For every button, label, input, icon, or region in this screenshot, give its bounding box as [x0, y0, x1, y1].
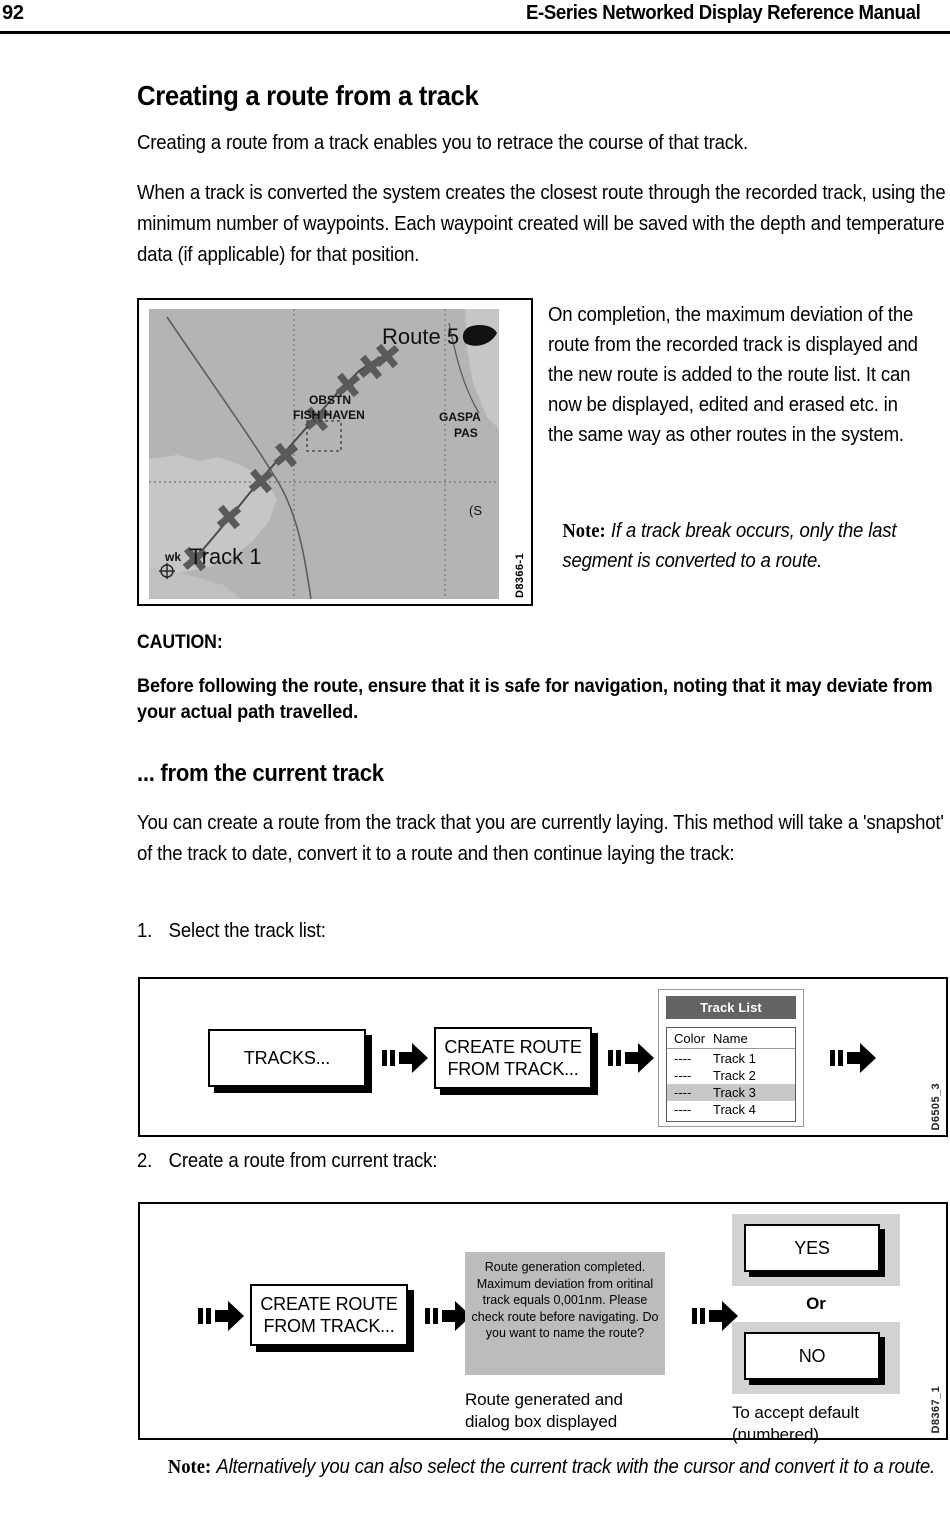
no-key-panel: NO	[732, 1322, 900, 1394]
softkey-create-route2-line1: CREATE ROUTE	[260, 1294, 398, 1314]
yes-button-label: YES	[794, 1238, 830, 1258]
step-2: 2. Create a route from current track:	[137, 1150, 437, 1173]
page-title: Creating a route from a track	[137, 80, 479, 111]
figure-id-flow-1: D6505_3	[930, 1082, 942, 1130]
row-color-swatch: ----	[674, 1102, 692, 1117]
bottom-note-label: Note:	[167, 1456, 212, 1478]
page-header: 92 E-Series Networked Display Reference …	[0, 0, 950, 36]
track-list-title: Track List	[666, 996, 796, 1019]
dialog-caption: Route generated and dialog box displayed	[465, 1389, 675, 1433]
subsection-paragraph: You can create a route from the track th…	[137, 812, 944, 865]
chart-label-s: (S	[469, 503, 482, 518]
flow-arrow-2	[608, 1043, 654, 1073]
softkey-create-route2-line2: FROM TRACK...	[263, 1316, 395, 1336]
manual-title: E-Series Networked Display Reference Man…	[525, 2, 921, 24]
yes-key-panel: YES	[732, 1214, 900, 1286]
page-number: 92	[2, 2, 24, 24]
header-divider	[0, 31, 950, 34]
subsection-heading: ... from the current track	[137, 760, 384, 787]
side-note: Note: If a track break occurs, only the …	[562, 516, 943, 576]
step-1-number: 1.	[137, 920, 153, 942]
no-button[interactable]: NO	[744, 1332, 880, 1380]
caution-label: CAUTION:	[137, 632, 223, 653]
route-generation-dialog[interactable]: Route generation completed. Maximum devi…	[465, 1252, 665, 1375]
bottom-note-text: Alternatively you can also select the cu…	[216, 1456, 935, 1478]
row-color-swatch: ----	[674, 1051, 692, 1066]
or-label: Or	[806, 1294, 826, 1313]
side-paragraph: On completion, the maximum deviation of …	[548, 304, 918, 446]
softkey-create-route-from-track-2[interactable]: CREATE ROUTE FROM TRACK...	[250, 1284, 408, 1346]
softkey-tracks[interactable]: TRACKS...	[208, 1029, 366, 1087]
step-2-number: 2.	[137, 1150, 153, 1172]
chart-canvas: Route 5 OBSTN FISH HAVEN GASPA PAS (S Tr…	[149, 309, 499, 599]
column-header-color: Color	[674, 1031, 706, 1046]
dialog-caption-line1: Route generated and	[465, 1390, 623, 1409]
flow2-arrow-1	[198, 1301, 244, 1331]
dialog-caption-line2: dialog box displayed	[465, 1412, 618, 1431]
chart-label-pas: PAS	[454, 426, 478, 440]
section-intro: Creating a route from a track enables yo…	[137, 132, 748, 154]
softkey-create-route-line1: CREATE ROUTE	[444, 1037, 582, 1057]
no-button-label: NO	[798, 1346, 826, 1366]
bottom-note: Note: Alternatively you can also select …	[168, 1452, 950, 1482]
chart-figure: Route 5 OBSTN FISH HAVEN GASPA PAS (S Tr…	[137, 298, 533, 606]
row-track-name: Track 3	[713, 1085, 756, 1100]
softkey-tracks-label: TRACKS...	[243, 1048, 331, 1068]
row-color-swatch: ----	[674, 1068, 692, 1083]
track-list-table: Color Name ---- Track 1 ---- Track 2 ---…	[666, 1027, 796, 1122]
step-1: 1. Select the track list:	[137, 920, 326, 943]
column-header-name: Name	[713, 1031, 748, 1046]
chart-label-fishhaven: FISH HAVEN	[293, 408, 365, 422]
step-2-text: Create a route from current track:	[168, 1150, 438, 1172]
flow-arrow-1	[382, 1043, 428, 1073]
accept-caption-line1: To accept default	[732, 1403, 859, 1422]
flow-arrow-3	[830, 1043, 876, 1073]
chart-label-route5: Route 5	[382, 324, 459, 349]
chart-label-obstn: OBSTN	[309, 393, 351, 407]
track-list-header-row: Color Name	[667, 1030, 795, 1049]
chart-label-track1: Track 1	[189, 544, 262, 569]
caution-text: Before following the route, ensure that …	[137, 676, 933, 723]
section-paragraph: When a track is converted the system cre…	[137, 182, 946, 266]
chart-label-gaspa: GASPA	[439, 410, 481, 424]
table-row-selected[interactable]: ---- Track 3	[667, 1084, 795, 1101]
side-note-label: Note:	[562, 520, 606, 542]
table-row[interactable]: ---- Track 4	[667, 1101, 795, 1118]
row-color-swatch: ----	[674, 1085, 692, 1100]
flow-diagram-2: CREATE ROUTE FROM TRACK... Route generat…	[138, 1202, 948, 1444]
track-list-panel[interactable]: Track List Color Name ---- Track 1 ---- …	[658, 989, 804, 1127]
chart-svg: Route 5 OBSTN FISH HAVEN GASPA PAS (S Tr…	[149, 309, 499, 599]
softkey-create-route-from-track-1[interactable]: CREATE ROUTE FROM TRACK...	[434, 1027, 592, 1089]
softkey-create-route-line2: FROM TRACK...	[447, 1059, 579, 1079]
side-note-text: If a track break occurs, only the last s…	[562, 520, 897, 572]
table-row[interactable]: ---- Track 2	[667, 1067, 795, 1084]
accept-default-caption: To accept default (numbered)	[732, 1402, 932, 1446]
flow-diagram-1: TRACKS... CREATE ROUTE FROM TRACK... Tra…	[138, 977, 948, 1137]
row-track-name: Track 1	[713, 1051, 756, 1066]
yes-button[interactable]: YES	[744, 1224, 880, 1272]
step-1-text: Select the track list:	[168, 920, 326, 942]
row-track-name: Track 4	[713, 1102, 756, 1117]
chart-label-wk: wk	[164, 550, 181, 564]
accept-caption-line2: (numbered)	[732, 1425, 819, 1444]
row-track-name: Track 2	[713, 1068, 756, 1083]
table-row[interactable]: ---- Track 1	[667, 1050, 795, 1067]
figure-id-map: D8366-1	[514, 553, 526, 598]
figure-id-flow-2: D8367_1	[930, 1385, 942, 1433]
